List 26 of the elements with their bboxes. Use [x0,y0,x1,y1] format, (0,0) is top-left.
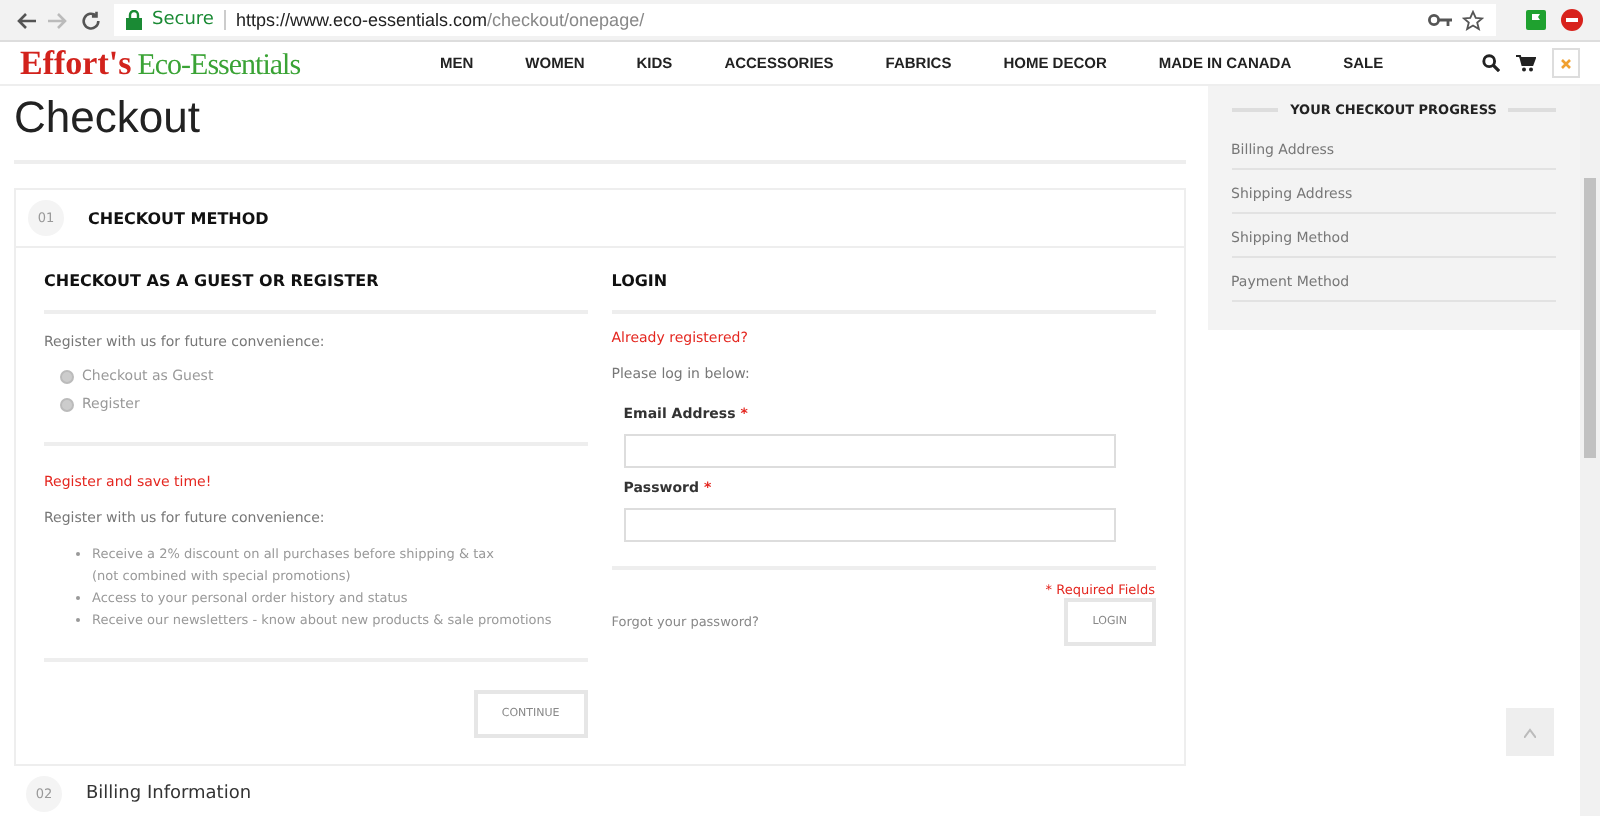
key-icon[interactable] [1428,12,1452,28]
star-icon[interactable] [1462,9,1484,31]
stop-icon[interactable] [1560,8,1584,32]
caret-up-icon [1524,727,1537,737]
close-icon[interactable] [1552,48,1580,78]
flag-icon[interactable] [1524,8,1548,32]
forward-icon[interactable] [48,11,68,29]
radio-button[interactable] [60,397,74,411]
url-text: https://www.eco-essentials.com/checkout/onepage/ [235,10,645,30]
input-field[interactable] [623,434,1116,468]
radio-button[interactable] [60,369,74,383]
cart-icon[interactable] [1516,54,1536,72]
scrollbar-thumb[interactable] [1584,178,1596,458]
page-title: Checkout [14,92,1185,164]
lock-icon [126,10,142,30]
secure-label: Secure [152,10,214,30]
column-heading: CHECKOUT AS A GUEST OR REGISTER [44,248,588,314]
step-title[interactable]: CHECKOUT METHOD [88,209,269,227]
input-field[interactable] [623,508,1116,542]
step-title[interactable]: Billing Information [86,784,252,804]
search-icon[interactable] [1482,54,1500,72]
address-bar[interactable]: Secure https://www.eco-essentials.com/checkout/onepage/ [114,4,1496,36]
reload-icon[interactable] [80,9,102,31]
column-heading: LOGIN [611,248,1155,314]
back-icon[interactable] [16,11,36,29]
site-logo[interactable]: Effort's Eco-Essentials [20,43,400,83]
